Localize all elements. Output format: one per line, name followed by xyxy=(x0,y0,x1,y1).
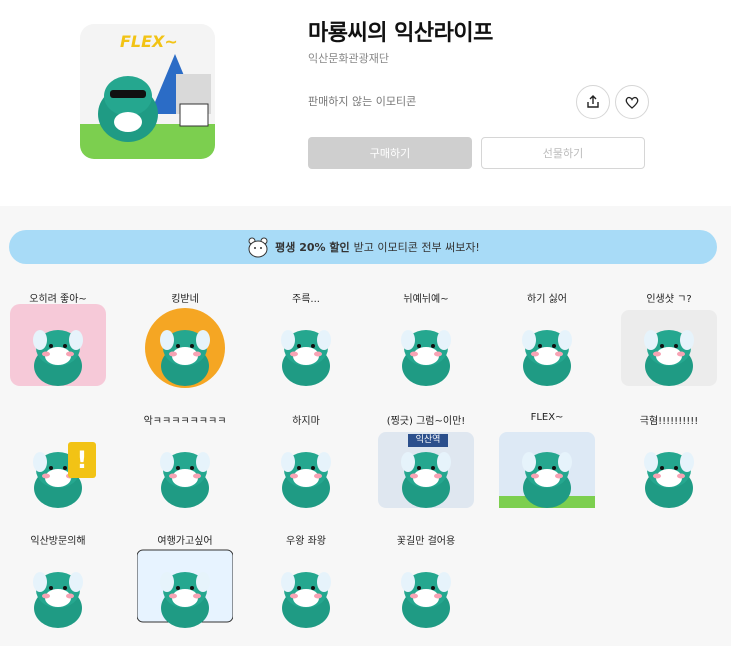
sticker-item[interactable]: 하기 싫어 xyxy=(499,290,595,390)
banner-text: 받고 이모티콘 전부 써보자! xyxy=(353,241,480,254)
publisher-name[interactable]: 익산문화관광재단 xyxy=(308,50,389,66)
sticker-caption: 킹받네 xyxy=(171,294,199,305)
sticker-item[interactable]: 주륵... xyxy=(258,290,354,390)
bear-icon xyxy=(248,237,268,258)
sticker-caption: 주륵... xyxy=(292,294,320,305)
sticker-item[interactable]: 우왕 좌왕 xyxy=(258,532,354,632)
buy-button[interactable]: 구매하기 xyxy=(308,137,472,169)
emoticon-title: 마룡씨의 익산라이프 xyxy=(308,21,493,46)
sticker-caption: 극혐!!!!!!!!!! xyxy=(639,416,699,427)
sticker-caption: 하기 싫어 xyxy=(527,294,567,305)
sticker-caption: 우왕 좌왕 xyxy=(286,536,326,547)
sticker-item[interactable]: (찡긋) 그럼~이만! 익산역 xyxy=(378,412,474,512)
sticker-caption: (찡긋) 그럼~이만! xyxy=(386,416,466,427)
sticker-item[interactable]: 악ㅋㅋㅋㅋㅋㅋㅋㅋ xyxy=(137,412,233,512)
emoticon-preview-section: 평생 20% 할인 받고 이모티콘 전부 써보자! 오히려 좋아~ 킹받네 주륵..… xyxy=(0,206,731,646)
sticker-caption: 인생샷 ㄱ? xyxy=(646,294,692,305)
sticker-caption: 꽃길만 걸어용 xyxy=(396,536,456,547)
sticker-item[interactable]: 극혐!!!!!!!!!! xyxy=(621,412,717,512)
product-header: FLEX~ 마룡씨의 익산라이프 익산문화관광재단 판매하지 않는 이모티콘 구… xyxy=(0,0,731,206)
banner-highlight: 평생 20% 할인 xyxy=(275,241,350,254)
sticker-item[interactable]: FLEX~ xyxy=(499,412,595,512)
subscription-banner[interactable]: 평생 20% 할인 받고 이모티콘 전부 써보자! xyxy=(9,230,717,264)
sticker-item[interactable]: 오히려 좋아~ xyxy=(10,290,106,390)
sticker-sign-text: 익산역 xyxy=(408,434,448,447)
sticker-item[interactable]: 인생샷 ㄱ? xyxy=(621,290,717,390)
main-thumb-caption: FLEX~ xyxy=(120,32,178,51)
sticker-caption: 여행가고싶어 xyxy=(157,536,213,547)
sticker-caption: 익산방문의해 xyxy=(30,536,86,547)
sticker-caption: FLEX~ xyxy=(530,412,564,423)
share-icon xyxy=(587,95,599,108)
sticker-caption: 하지마 xyxy=(292,416,320,427)
sticker-item[interactable]: 하지마 xyxy=(258,412,354,512)
sale-notice: 판매하지 않는 이모티콘 xyxy=(308,95,417,108)
gift-button[interactable]: 선물하기 xyxy=(481,137,645,169)
sticker-item[interactable]: 여행가고싶어 xyxy=(137,532,233,632)
sticker-item[interactable]: 뉘예뉘예~ xyxy=(378,290,474,390)
sticker-item[interactable]: ! xyxy=(10,412,106,512)
sticker-caption: 악ㅋㅋㅋㅋㅋㅋㅋㅋ xyxy=(143,416,227,427)
sticker-item[interactable]: 킹받네 xyxy=(137,290,233,390)
share-button[interactable] xyxy=(576,85,610,119)
sticker-caption: 뉘예뉘예~ xyxy=(403,294,449,305)
sticker-sign-text: ! xyxy=(68,442,96,478)
sticker-item[interactable]: 꽃길만 걸어용 xyxy=(378,532,474,632)
heart-icon xyxy=(625,96,639,109)
sticker-item[interactable]: 익산방문의해 xyxy=(10,532,106,632)
main-emoticon-thumbnail: FLEX~ xyxy=(80,24,215,159)
sticker-caption: 오히려 좋아~ xyxy=(29,294,87,305)
like-button[interactable] xyxy=(615,85,649,119)
